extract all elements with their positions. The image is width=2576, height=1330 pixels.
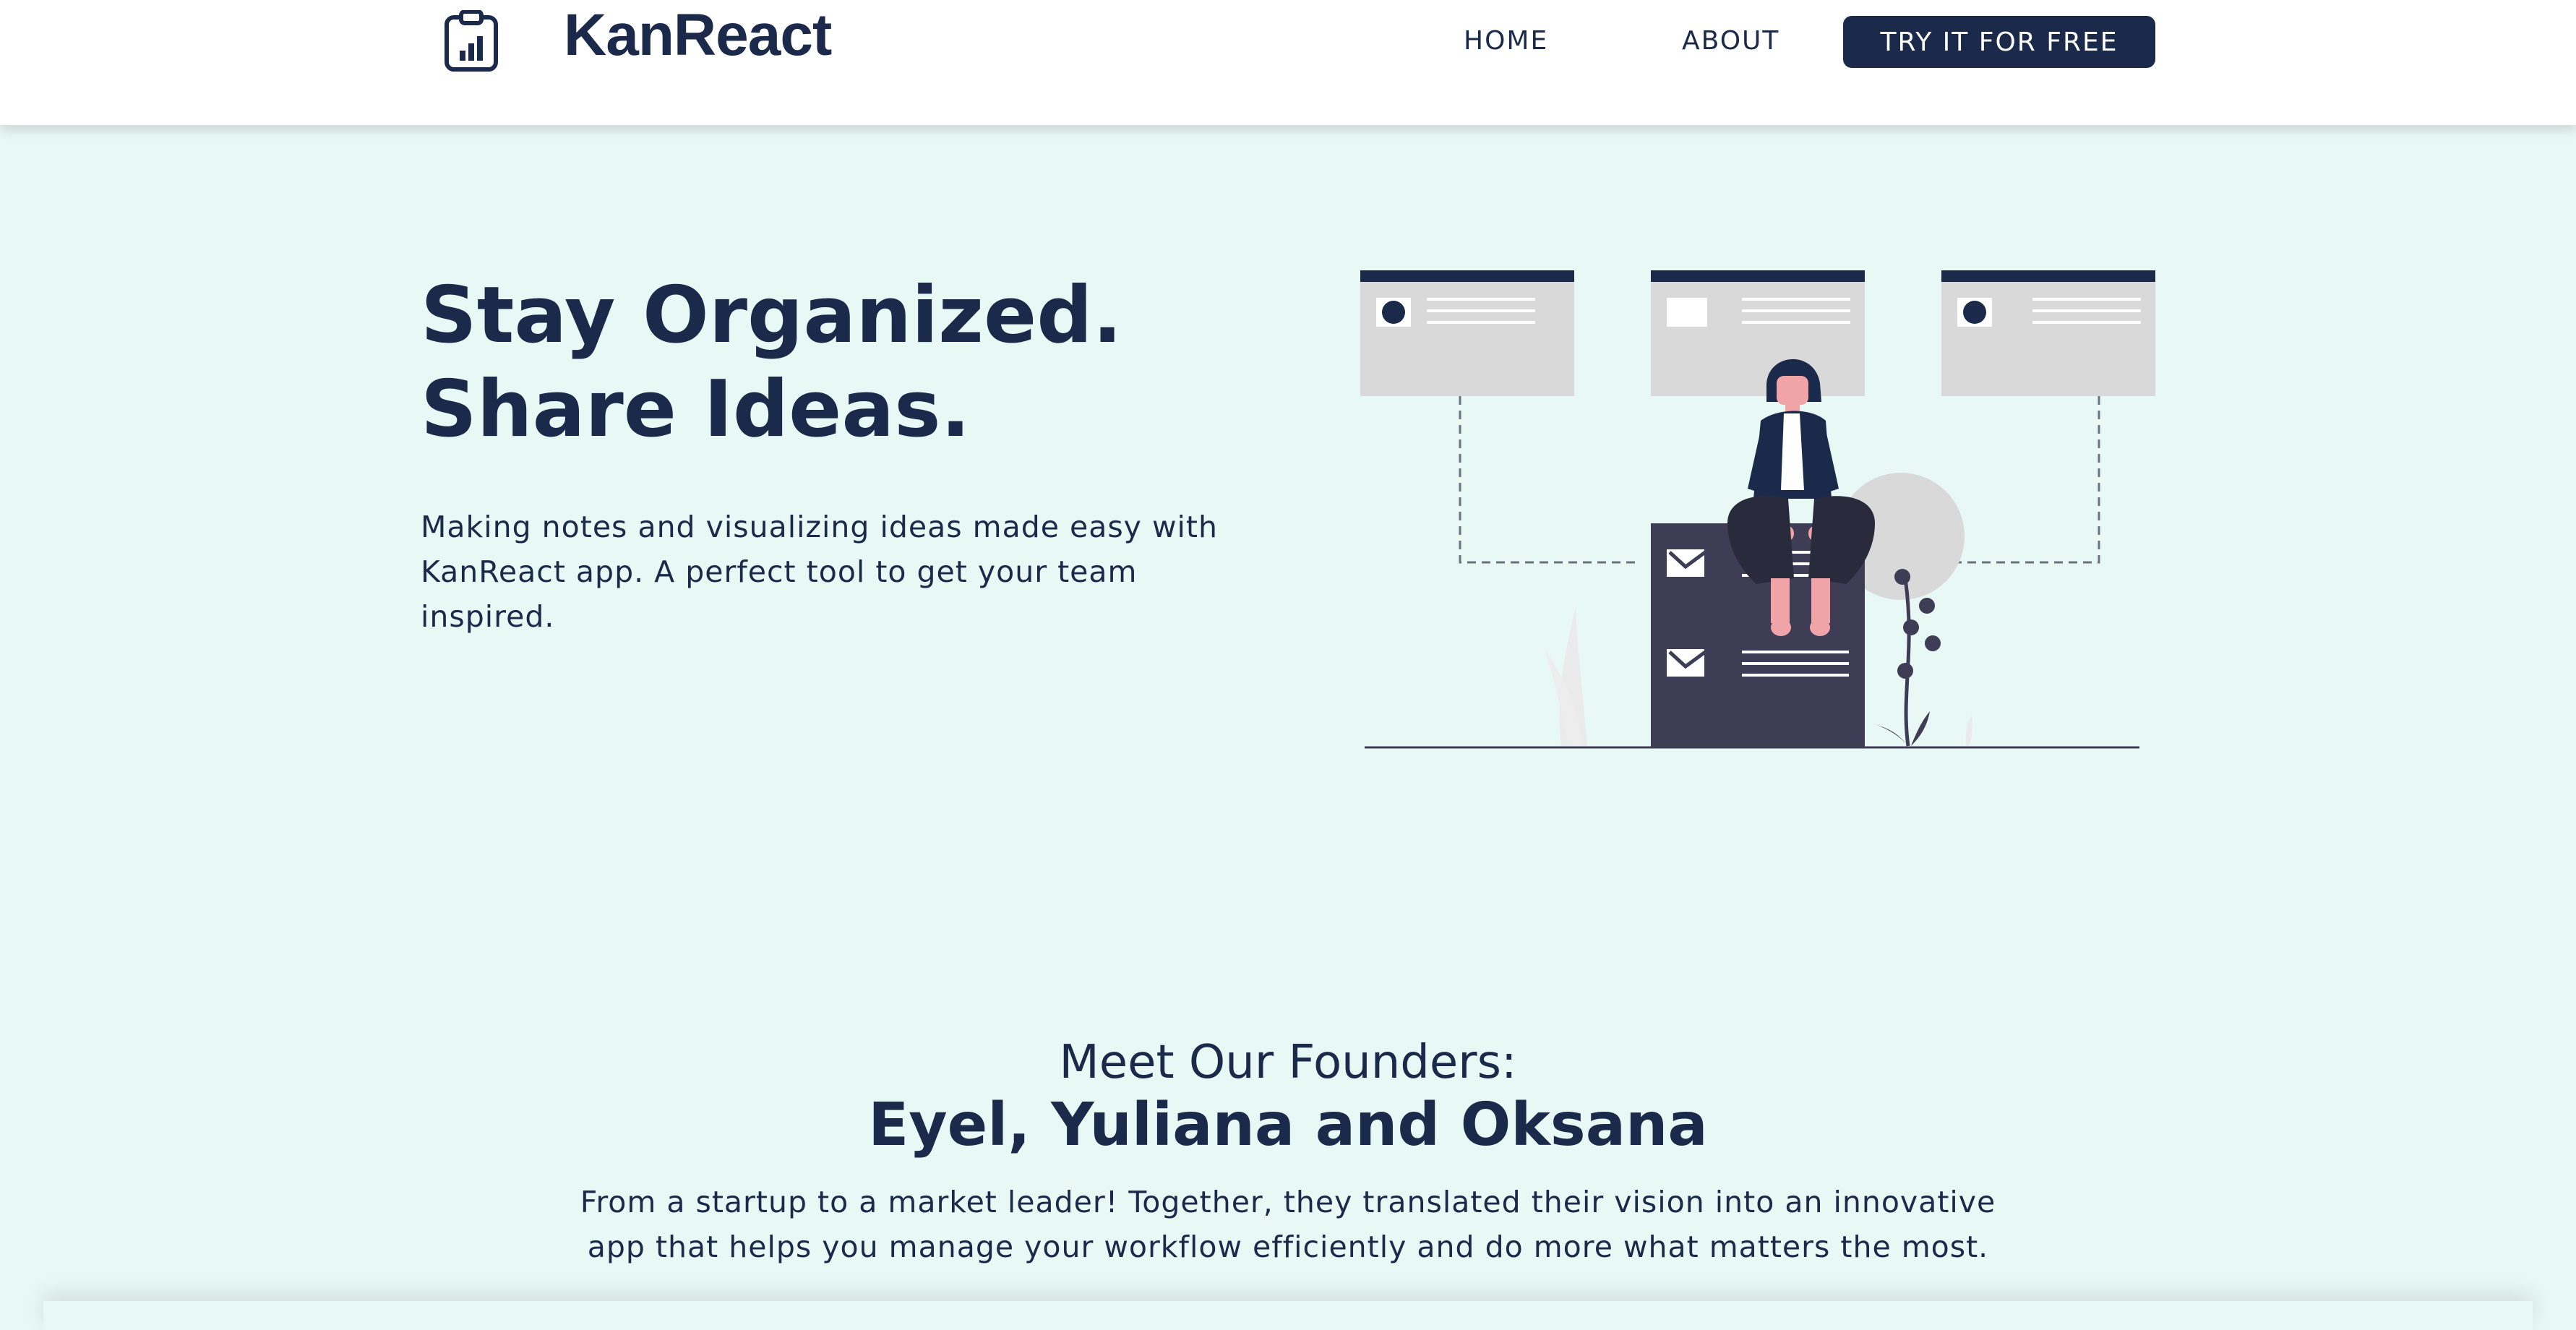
site-header: KanReact HOME ABOUT TRY IT FOR FREE [0, 0, 2576, 125]
hero-title-line-1: Stay Organized. [421, 269, 1122, 363]
brand-name[interactable]: KanReact [564, 3, 831, 68]
woman-sitting-on-task-board-illustration [1352, 260, 2161, 752]
hero-title-line-2: Share Ideas. [421, 363, 1122, 457]
founders-names: Eyel, Yuliana and Oksana [0, 1086, 2576, 1165]
clipboard-chart-icon[interactable] [442, 10, 500, 72]
nav-about-link[interactable]: ABOUT [1682, 26, 1779, 56]
hero-title: Stay Organized. Share Ideas. [421, 269, 1122, 457]
note-card-middle [1651, 270, 1865, 396]
nav-home-link[interactable]: HOME [1464, 26, 1548, 56]
note-card-left [1360, 270, 1574, 396]
founders-description: From a startup to a market leader! Toget… [565, 1180, 2011, 1269]
next-section-shadow [43, 1301, 2533, 1330]
try-free-button[interactable]: TRY IT FOR FREE [1843, 16, 2155, 68]
hero-description: Making notes and visualizing ideas made … [421, 505, 1230, 639]
note-card-right [1941, 270, 2155, 396]
